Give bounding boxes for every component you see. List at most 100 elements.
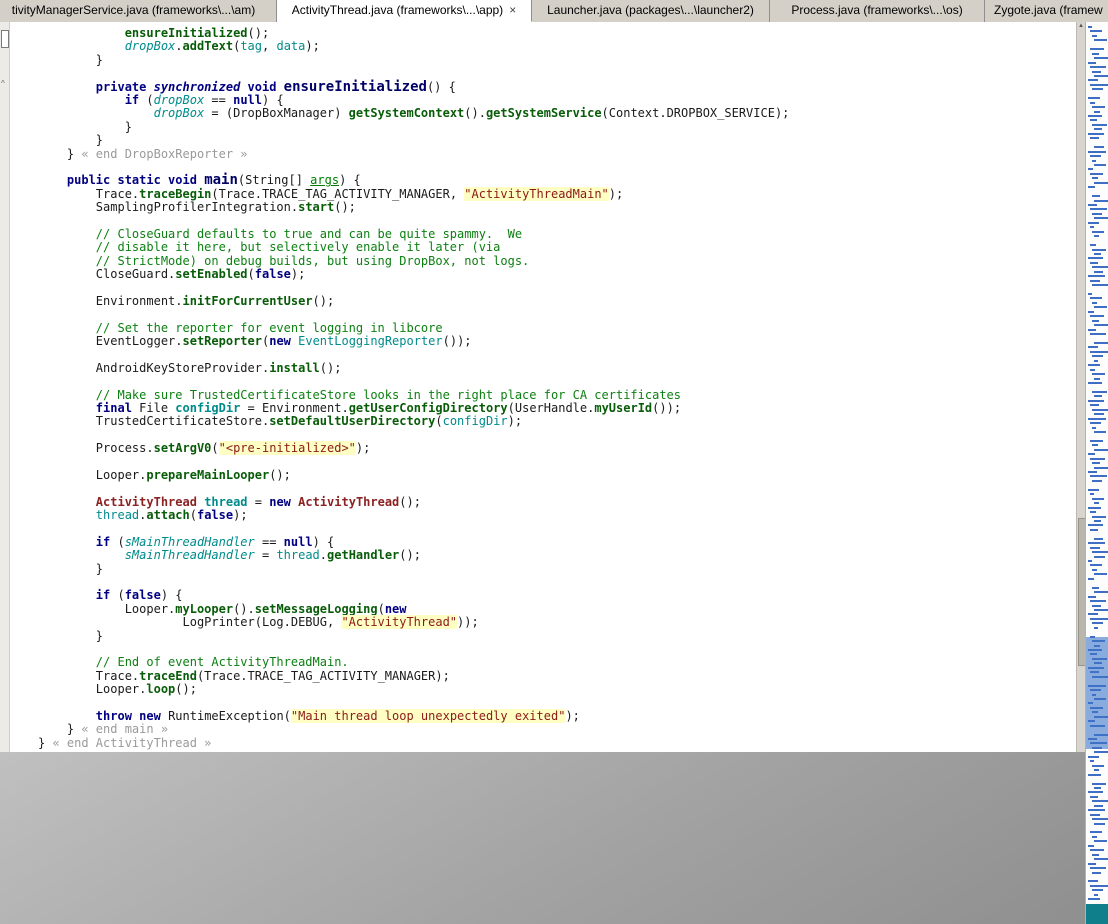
minimap-code-mark [1088, 204, 1097, 206]
code-line: if (false) { [95, 588, 183, 603]
minimap-code-mark [1092, 52, 1099, 55]
code-line: dropBox = (DropBoxManager) getSystemCont… [153, 106, 790, 121]
minimap-code-mark [1090, 457, 1105, 460]
minimap-viewport-highlight[interactable] [1086, 637, 1108, 749]
minimap-code-mark [1090, 368, 1095, 371]
minimap-code-mark [1092, 853, 1099, 856]
code-line: SamplingProfilerIntegration.start(); [38, 200, 356, 215]
minimap-code-mark [1090, 155, 1101, 158]
minimap-code-mark [1092, 266, 1108, 269]
minimap-code-mark [1094, 359, 1098, 362]
tab-zygote[interactable]: Zygote.java (framew [985, 0, 1108, 22]
minimap-code-mark [1090, 867, 1106, 870]
minimap-code-mark [1088, 346, 1098, 349]
minimap-code-mark [1088, 186, 1095, 189]
minimap-code-mark [1088, 595, 1096, 598]
minimap-code-mark [1090, 226, 1094, 229]
code-area[interactable]: ensureInitialized(); dropBox.addText(tag… [10, 22, 1076, 752]
code-line: Looper.myLooper().setMessageLogging(new [38, 601, 407, 616]
minimap-code-mark [1094, 769, 1099, 772]
minimap-code-mark [1094, 448, 1108, 451]
tab-label: Process.java (frameworks\...\os) [791, 3, 963, 17]
scroll-up-arrow-icon[interactable]: ▲ [1077, 22, 1085, 31]
minimap-code-mark [1092, 34, 1097, 37]
minimap-code-mark [1090, 101, 1095, 104]
code-line: ActivityThread thread = new ActivityThre… [95, 494, 421, 509]
vertical-scrollbar[interactable]: ▲ [1076, 22, 1086, 752]
minimap-code-mark [1090, 511, 1096, 514]
minimap-code-mark [1092, 212, 1102, 215]
minimap-code-mark [1088, 221, 1099, 224]
code-line: // StrictMode) on debug builds, but usin… [95, 253, 530, 268]
code-line: EventLogger.setReporter(new EventLogging… [38, 333, 472, 348]
minimap-code-mark [1092, 426, 1096, 429]
minimap[interactable] [1085, 22, 1108, 924]
minimap-code-mark [1088, 364, 1100, 367]
code-line: // Set the reporter for event logging in… [95, 320, 443, 335]
minimap-code-mark [1090, 83, 1108, 86]
minimap-code-mark [1094, 608, 1108, 611]
minimap-code-mark [1094, 466, 1108, 469]
code-line: Environment.initForCurrentUser(); [38, 293, 335, 308]
minimap-code-mark [1094, 893, 1098, 896]
minimap-code-mark [1090, 795, 1098, 798]
minimap-code-mark [1094, 804, 1103, 807]
minimap-code-mark [1088, 898, 1100, 901]
code-line: thread.attach(false); [95, 508, 248, 523]
minimap-code-mark [1090, 333, 1106, 336]
minimap-code-mark [1092, 515, 1106, 518]
tab-activity-manager-service[interactable]: tivityManagerService.java (frameworks\..… [0, 0, 277, 22]
minimap-code-mark [1094, 537, 1103, 540]
minimap-code-mark [1092, 835, 1097, 838]
minimap-code-mark [1094, 626, 1098, 629]
minimap-code-mark [1092, 230, 1104, 233]
tab-activity-thread[interactable]: ActivityThread.java (frameworks\...\app)… [277, 0, 532, 22]
minimap-code-mark [1092, 586, 1099, 589]
tab-launcher[interactable]: Launcher.java (packages\...\launcher2) [532, 0, 770, 22]
margin-box[interactable] [1, 30, 9, 48]
minimap-code-mark [1090, 813, 1100, 816]
minimap-code-mark [1092, 301, 1097, 304]
minimap-code-mark [1088, 542, 1105, 545]
minimap-code-mark [1090, 422, 1101, 425]
minimap-code-mark [1094, 217, 1108, 220]
minimap-code-mark [1094, 751, 1108, 754]
code-line: private synchronized void ensureInitiali… [95, 78, 456, 95]
minimap-code-mark [1090, 297, 1102, 300]
minimap-code-mark [1090, 48, 1104, 51]
minimap-code-mark [1090, 66, 1106, 69]
minimap-code-mark [1094, 377, 1100, 380]
minimap-code-mark [1092, 390, 1107, 393]
minimap-code-mark [1088, 97, 1100, 100]
tab-close-icon[interactable]: × [509, 3, 516, 17]
minimap-code-mark [1090, 884, 1108, 887]
code-line: } [38, 133, 104, 148]
code-line: } [38, 52, 104, 67]
minimap-code-mark [1090, 208, 1107, 211]
minimap-code-mark [1092, 800, 1108, 803]
minimap-code-mark [1094, 591, 1108, 594]
minimap-code-mark [1088, 257, 1103, 260]
minimap-code-mark [1092, 355, 1103, 358]
minimap-code-mark [1088, 844, 1094, 847]
tab-label: Launcher.java (packages\...\launcher2) [547, 3, 754, 17]
minimap-code-mark [1088, 168, 1093, 171]
minimap-code-mark [1088, 809, 1105, 812]
minimap-code-mark [1090, 564, 1102, 567]
minimap-code-mark [1088, 26, 1092, 28]
collapse-caret-icon[interactable]: ^ [1, 80, 5, 88]
tab-bar: tivityManagerService.java (frameworks\..… [0, 0, 1108, 22]
minimap-code-mark [1092, 195, 1100, 198]
code-line: if (dropBox == null) { [124, 92, 284, 107]
minimap-code-mark [1092, 70, 1101, 73]
minimap-code-mark [1092, 159, 1096, 162]
code-line: // CloseGuard defaults to true and can b… [95, 226, 523, 241]
minimap-code-mark [1094, 786, 1101, 789]
minimap-code-mark [1094, 235, 1099, 238]
tab-process[interactable]: Process.java (frameworks\...\os) [770, 0, 985, 22]
